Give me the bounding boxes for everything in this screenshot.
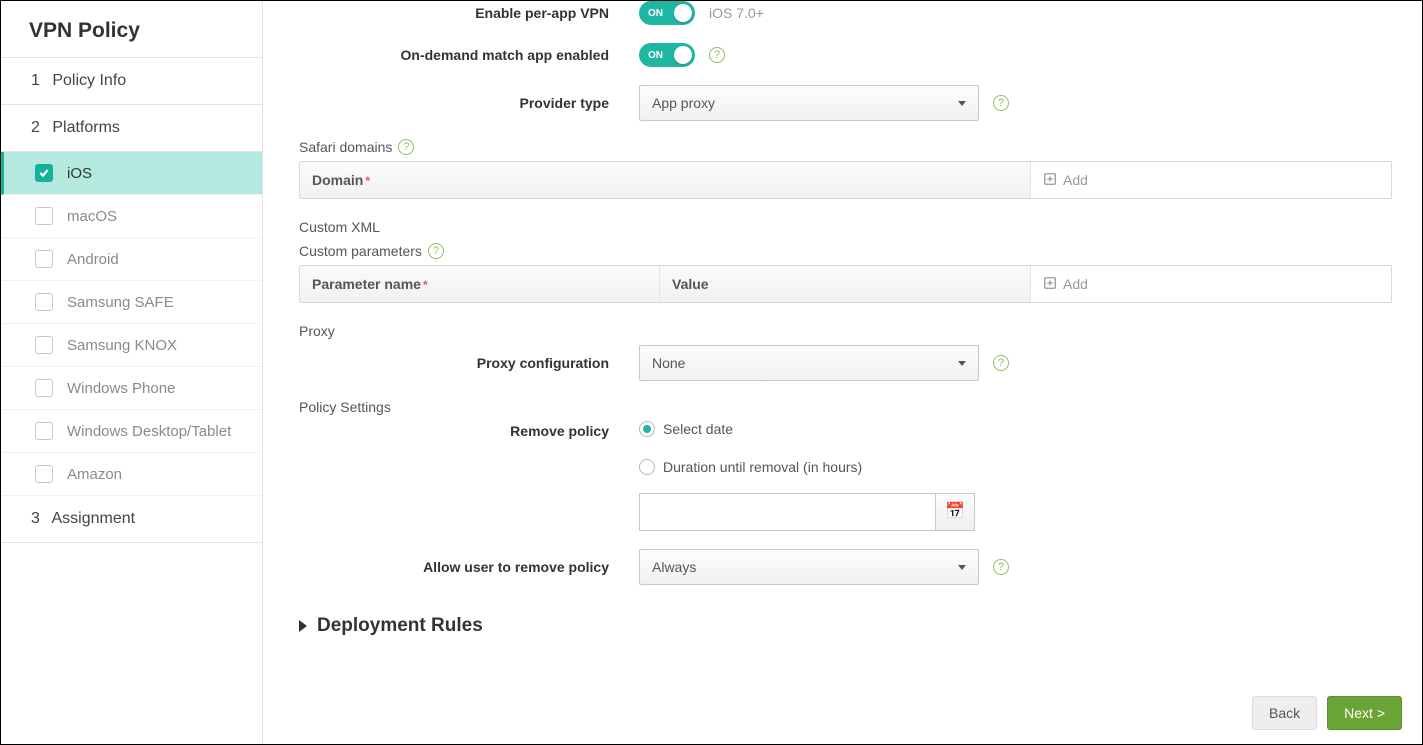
sidebar: VPN Policy 1 Policy Info 2 Platforms iOS… bbox=[1, 1, 263, 744]
sidebar-item-label: macOS bbox=[67, 208, 117, 225]
add-label: Add bbox=[1063, 276, 1088, 292]
checkbox-icon bbox=[35, 422, 53, 440]
checkbox-icon bbox=[35, 293, 53, 311]
caret-down-icon bbox=[958, 361, 966, 366]
select-value: Always bbox=[652, 559, 696, 575]
sidebar-item-windows-desktop[interactable]: Windows Desktop/Tablet bbox=[1, 410, 262, 453]
field-label: Remove policy bbox=[299, 421, 639, 439]
next-button[interactable]: Next > bbox=[1327, 696, 1402, 730]
caret-down-icon bbox=[958, 101, 966, 106]
calendar-button[interactable]: 📅 bbox=[935, 493, 975, 531]
toggle-knob bbox=[674, 4, 692, 22]
hint-text: iOS 7.0+ bbox=[709, 5, 764, 21]
step-assignment[interactable]: 3 Assignment bbox=[1, 496, 262, 543]
toggle-knob bbox=[674, 46, 692, 64]
deployment-rules-toggle[interactable]: Deployment Rules bbox=[299, 615, 1392, 637]
sidebar-item-windows-phone[interactable]: Windows Phone bbox=[1, 367, 262, 410]
page-title: VPN Policy bbox=[1, 1, 262, 58]
section-policy-settings: Policy Settings bbox=[299, 399, 1392, 415]
help-icon[interactable]: ? bbox=[428, 243, 444, 259]
radio-label: Select date bbox=[663, 421, 733, 437]
column-header-value: Value bbox=[660, 266, 1031, 302]
help-icon[interactable]: ? bbox=[993, 559, 1009, 575]
help-icon[interactable]: ? bbox=[398, 139, 414, 155]
step-num: 1 bbox=[31, 72, 40, 89]
checkbox-icon bbox=[35, 379, 53, 397]
column-header-domain: Domain* bbox=[300, 162, 1031, 198]
back-button[interactable]: Back bbox=[1252, 696, 1317, 730]
add-icon bbox=[1043, 276, 1057, 293]
toggle-on-demand-match[interactable]: ON bbox=[639, 43, 695, 67]
radio-label: Duration until removal (in hours) bbox=[663, 459, 862, 475]
sidebar-item-android[interactable]: Android bbox=[1, 238, 262, 281]
field-label: Provider type bbox=[299, 95, 639, 111]
select-value: App proxy bbox=[652, 95, 715, 111]
step-label: Policy Info bbox=[52, 72, 126, 89]
sidebar-item-ios[interactable]: iOS bbox=[1, 152, 262, 195]
step-platforms[interactable]: 2 Platforms bbox=[1, 105, 262, 152]
step-label: Platforms bbox=[52, 119, 120, 136]
checkbox-icon bbox=[35, 207, 53, 225]
sidebar-item-label: Amazon bbox=[67, 466, 122, 483]
step-num: 3 bbox=[31, 510, 40, 527]
field-label: Enable per-app VPN bbox=[299, 5, 639, 21]
checkbox-icon bbox=[35, 164, 53, 182]
sidebar-item-label: Samsung SAFE bbox=[67, 294, 174, 311]
radio-select-date[interactable]: Select date bbox=[639, 421, 862, 437]
checkbox-icon bbox=[35, 336, 53, 354]
section-proxy: Proxy bbox=[299, 323, 1392, 339]
add-icon bbox=[1043, 172, 1057, 189]
footer-actions: Back Next > bbox=[1252, 696, 1402, 730]
main-panel: Enable per-app VPN ON iOS 7.0+ On-demand… bbox=[263, 1, 1422, 744]
sidebar-item-label: iOS bbox=[67, 165, 92, 182]
table-custom-params: Parameter name* Value Add bbox=[299, 265, 1392, 303]
field-label: On-demand match app enabled bbox=[299, 47, 639, 63]
sidebar-item-label: Android bbox=[67, 251, 119, 268]
select-allow-remove[interactable]: Always bbox=[639, 549, 979, 585]
field-label: Allow user to remove policy bbox=[299, 559, 639, 575]
sidebar-item-macos[interactable]: macOS bbox=[1, 195, 262, 238]
sidebar-item-label: Windows Phone bbox=[67, 380, 175, 397]
section-safari-domains: Safari domains ? bbox=[299, 139, 1392, 155]
help-icon[interactable]: ? bbox=[993, 355, 1009, 371]
section-custom-xml: Custom XML bbox=[299, 219, 1392, 235]
radio-duration-until-removal[interactable]: Duration until removal (in hours) bbox=[639, 459, 862, 475]
add-label: Add bbox=[1063, 172, 1088, 188]
column-header-param-name: Parameter name* bbox=[300, 266, 660, 302]
sidebar-item-label: Windows Desktop/Tablet bbox=[67, 423, 231, 440]
toggle-state: ON bbox=[648, 50, 663, 61]
select-proxy-config[interactable]: None bbox=[639, 345, 979, 381]
select-value: None bbox=[652, 355, 685, 371]
triangle-right-icon bbox=[299, 620, 307, 632]
sidebar-item-samsung-safe[interactable]: Samsung SAFE bbox=[1, 281, 262, 324]
checkbox-icon bbox=[35, 465, 53, 483]
section-custom-params: Custom parameters ? bbox=[299, 243, 1392, 259]
date-input[interactable] bbox=[639, 493, 935, 531]
radio-icon bbox=[639, 421, 655, 437]
add-domain-button[interactable]: Add bbox=[1031, 162, 1391, 198]
checkbox-icon bbox=[35, 250, 53, 268]
deployment-rules-label: Deployment Rules bbox=[317, 615, 483, 637]
sidebar-item-samsung-knox[interactable]: Samsung KNOX bbox=[1, 324, 262, 367]
toggle-state: ON bbox=[648, 8, 663, 19]
toggle-per-app-vpn[interactable]: ON bbox=[639, 1, 695, 25]
caret-down-icon bbox=[958, 565, 966, 570]
step-num: 2 bbox=[31, 119, 40, 136]
select-provider-type[interactable]: App proxy bbox=[639, 85, 979, 121]
field-label: Proxy configuration bbox=[299, 355, 639, 371]
platform-list: iOS macOS Android Samsung SAFE Samsung K… bbox=[1, 152, 262, 496]
radio-icon bbox=[639, 459, 655, 475]
calendar-icon: 📅 bbox=[945, 504, 965, 520]
add-param-button[interactable]: Add bbox=[1031, 266, 1391, 302]
step-policy-info[interactable]: 1 Policy Info bbox=[1, 58, 262, 105]
sidebar-item-label: Samsung KNOX bbox=[67, 337, 177, 354]
help-icon[interactable]: ? bbox=[993, 95, 1009, 111]
step-label: Assignment bbox=[51, 510, 135, 527]
table-safari-domains: Domain* Add bbox=[299, 161, 1392, 199]
sidebar-item-amazon[interactable]: Amazon bbox=[1, 453, 262, 496]
help-icon[interactable]: ? bbox=[709, 47, 725, 63]
